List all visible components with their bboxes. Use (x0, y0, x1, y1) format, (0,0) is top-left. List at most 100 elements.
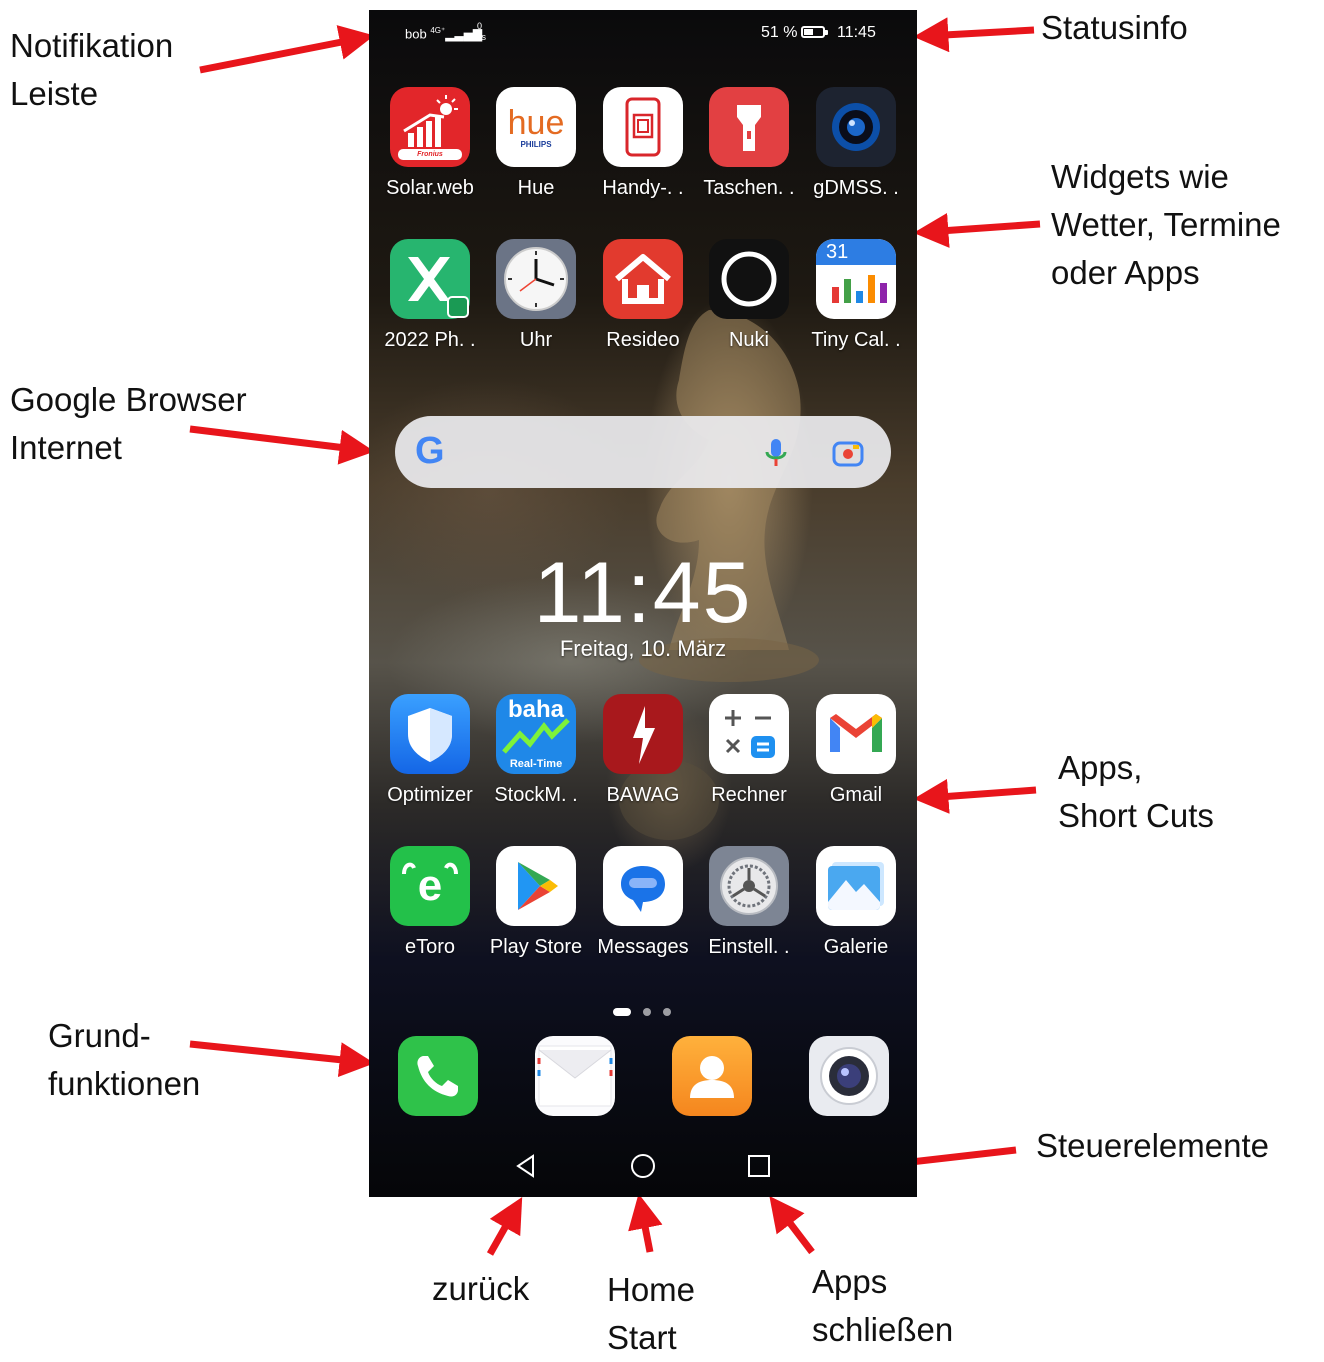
page-dot-current (613, 1008, 631, 1016)
app-spreadsheet[interactable]: 2022 Ph. . (377, 239, 483, 352)
phone-screen: bob 4G⁺▂▃▅▇ 0 K/s 51 % 11:45 Fronius Sol… (369, 10, 917, 1197)
arrow-close-apps (769, 1195, 815, 1255)
app-nuki[interactable]: Nuki (696, 239, 802, 352)
arrow-basic-functions (189, 1040, 375, 1078)
app-label: Rechner (711, 784, 787, 806)
app-label: Nuki (728, 329, 769, 351)
app-etoro[interactable]: e eToro (377, 846, 483, 959)
callout-line: Statusinfo (1041, 9, 1188, 46)
page-indicator[interactable] (613, 1008, 683, 1018)
app-optimizer[interactable]: Optimizer (377, 694, 483, 807)
bawag-icon (603, 694, 683, 774)
callout-line: Notifikation (10, 27, 174, 64)
app-clock[interactable]: Uhr (483, 239, 589, 352)
app-label: Galerie (823, 936, 889, 958)
app-messages[interactable]: Messages (590, 846, 696, 959)
lens-camera-icon[interactable] (831, 436, 865, 470)
home-button[interactable] (613, 1144, 673, 1188)
app-gdmss[interactable]: gDMSS. . (803, 87, 909, 200)
app-hue[interactable]: hue PHILIPS Hue (483, 87, 589, 200)
app-label: Resideo (606, 329, 680, 351)
gallery-icon (816, 846, 896, 926)
baha-wordmark: baha (507, 696, 564, 723)
callout-google-browser: Google Browser Internet (10, 376, 247, 472)
camera-lens-icon (816, 87, 896, 167)
hue-icon: hue PHILIPS (496, 87, 576, 167)
callout-line: Widgets wie (1051, 158, 1229, 195)
app-flashlight[interactable]: Taschen. . (696, 87, 802, 200)
arrow-back (486, 1197, 523, 1256)
arrow-apps-shortcuts (913, 778, 1037, 814)
callout-line: Grund- (48, 1017, 151, 1054)
app-bawag[interactable]: BAWAG (590, 694, 696, 807)
app-play-store[interactable]: Play Store (483, 846, 589, 959)
calculator-icon (709, 694, 789, 774)
play-store-icon (496, 846, 576, 926)
callout-line: Leiste (10, 75, 99, 112)
app-gallery[interactable]: Galerie (803, 846, 909, 959)
app-label: BAWAG (606, 784, 680, 806)
hue-wordmark: hue (507, 103, 565, 142)
app-phone-clone[interactable]: Handy-. . (590, 87, 696, 200)
phone-clone-icon (603, 87, 683, 167)
google-search-bar[interactable]: G (395, 416, 891, 488)
app-resideo[interactable]: Resideo (590, 239, 696, 352)
settings-gear-icon (709, 846, 789, 926)
callout-line: funktionen (48, 1065, 201, 1102)
app-settings[interactable]: Einstell. . (696, 846, 802, 959)
microphone-icon[interactable] (759, 436, 793, 470)
fronius-wordmark: Fronius (417, 151, 443, 158)
philips-wordmark: PHILIPS (520, 139, 552, 149)
app-label: 2022 Ph. . (384, 329, 476, 351)
callout-basic-functions: Grund- funktionen (48, 1012, 200, 1108)
phone-icon[interactable] (398, 1036, 478, 1116)
status-time: 11:45 (837, 24, 876, 41)
app-label: eToro (404, 936, 456, 958)
arrow-notification-bar (199, 25, 375, 74)
carrier-name: bob (405, 26, 427, 42)
navigation-bar (369, 1138, 917, 1197)
callout-line: oder Apps (1051, 254, 1200, 291)
carrier-signal: bob 4G⁺▂▃▅▇ (405, 26, 482, 41)
baha-subtitle: Real-Time (509, 758, 563, 770)
google-g-icon: G (415, 430, 445, 472)
net-speed-unit: K/s (473, 32, 487, 42)
status-bar: bob 4G⁺▂▃▅▇ 0 K/s 51 % 11:45 (369, 10, 917, 56)
app-label: Handy-. . (602, 177, 684, 199)
contacts-icon[interactable] (672, 1036, 752, 1116)
arrow-home (628, 1193, 663, 1253)
calendar-icon: 31 (816, 239, 896, 319)
stock-chart-icon: baha Real-Time (496, 694, 576, 774)
solarweb-icon: Fronius (390, 87, 470, 167)
recents-button[interactable] (729, 1144, 789, 1188)
back-icon (516, 1154, 534, 1178)
mail-icon[interactable] (535, 1036, 615, 1116)
app-stockm[interactable]: baha Real-Time StockM. . (483, 694, 589, 807)
app-label: Uhr (519, 329, 553, 351)
app-label: Gmail (829, 784, 883, 806)
app-calculator[interactable]: Rechner (696, 694, 802, 807)
net-speed: 0 K/s (473, 21, 486, 43)
app-tiny-calendar[interactable]: 31 Tiny Cal. . (803, 239, 909, 352)
callout-line: Apps, (1058, 749, 1143, 786)
back-button[interactable] (496, 1144, 556, 1188)
clock-widget-time[interactable]: 11:45 (369, 544, 917, 643)
callout-line: Google Browser (10, 381, 247, 418)
page-dot (643, 1008, 651, 1016)
app-label: gDMSS. . (813, 177, 899, 199)
battery-percent: 51 % (761, 24, 798, 41)
callout-widgets: Widgets wie Wetter, Termine oder Apps (1051, 153, 1281, 297)
camera-icon[interactable] (809, 1036, 889, 1116)
shield-icon (390, 694, 470, 774)
callout-line: Start (607, 1319, 677, 1356)
app-gmail[interactable]: Gmail (803, 694, 909, 807)
callout-line: Steuerelemente (1036, 1127, 1269, 1164)
callout-apps-shortcuts: Apps, Short Cuts (1058, 744, 1214, 840)
app-label: Einstell. . (708, 936, 790, 958)
app-label: Hue (517, 177, 555, 199)
network-type: 4G⁺ (430, 26, 446, 35)
app-solarweb[interactable]: Fronius Solar.web (377, 87, 483, 200)
arrow-status-info (913, 17, 1035, 53)
battery-icon (801, 26, 828, 38)
etoro-icon: e (390, 846, 470, 926)
